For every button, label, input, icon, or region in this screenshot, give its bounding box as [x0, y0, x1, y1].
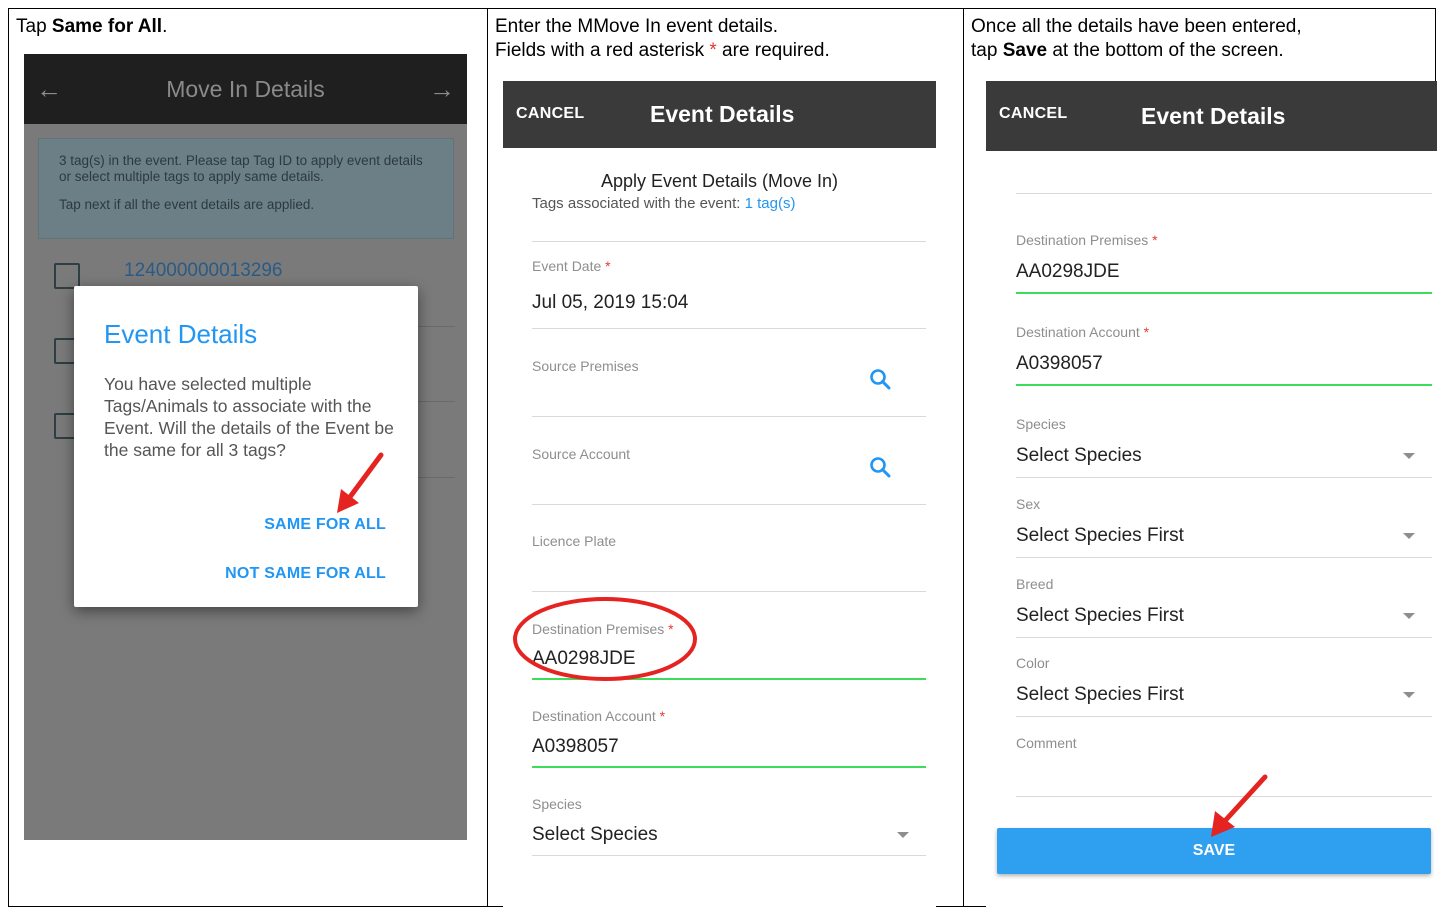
info-text-2: Tap next if all the event details are ap… [59, 197, 315, 212]
top-app-bar: ← Move In Details → [24, 54, 467, 124]
dropdown-arrow-icon[interactable] [1403, 453, 1415, 459]
field-underline [1016, 637, 1432, 638]
field-underline [532, 328, 926, 329]
required-asterisk: * [659, 708, 666, 724]
species-label: Species [532, 796, 582, 812]
screen-title: Event Details [1141, 103, 1286, 129]
instruction-prefix: Fields with a red asterisk [495, 40, 710, 61]
source-account-field[interactable] [532, 504, 926, 505]
info-banner: 3 tag(s) in the event. Please tap Tag ID… [38, 138, 454, 239]
sex-label: Sex [1016, 496, 1041, 512]
required-asterisk: * [1143, 324, 1150, 340]
step-column-2: Enter the MMove In event details. Fields… [487, 9, 963, 907]
field-underline [1016, 716, 1432, 717]
step-column-3: Once all the details have been entered, … [963, 9, 1437, 907]
event-details-screen: CANCEL Event Details Apply Event Details… [503, 81, 936, 907]
instruction-suffix: are required. [716, 40, 830, 61]
sex-dropdown[interactable]: Select Species First [1016, 525, 1184, 547]
event-details-dialog: Event Details You have selected multiple… [74, 286, 418, 607]
source-premises-field[interactable] [532, 416, 926, 417]
red-pointer-arrow [1211, 774, 1268, 837]
label-text: Destination Account [1016, 324, 1140, 340]
instruction-table: Tap Same for All. ← Move In Details → 3 … [8, 8, 1437, 907]
instruction-line-2: Fields with a red asterisk * are require… [495, 39, 830, 63]
instruction-suffix: . [162, 16, 168, 37]
required-asterisk: * [709, 40, 717, 61]
top-app-bar: CANCEL Event Details [503, 81, 936, 148]
required-asterisk: * [1152, 232, 1158, 248]
event-details-screen-bottom: CANCEL Event Details Destination Premise… [986, 81, 1437, 907]
apply-details-heading: Apply Event Details (Move In) [600, 171, 839, 191]
screen-title: Move In Details [166, 76, 325, 102]
species-dropdown[interactable]: Select Species [1016, 445, 1142, 467]
field-underline [532, 855, 926, 856]
instruction-line-2: tap Save at the bottom of the screen. [971, 39, 1302, 63]
field-underline-active [1016, 292, 1432, 294]
destination-account-label: Destination Account * [1016, 324, 1149, 340]
not-same-for-all-button[interactable]: NOT SAME FOR ALL [225, 565, 386, 583]
destination-account-label: Destination Account * [532, 708, 665, 724]
dialog-message: You have selected multiple Tags/Animals … [104, 374, 394, 460]
licence-plate-field[interactable] [532, 591, 926, 592]
source-premises-label: Source Premises [532, 358, 639, 374]
red-circle-annotation [513, 597, 697, 681]
red-pointer-arrow [337, 452, 384, 513]
destination-premises-label: Destination Premises * [1016, 232, 1158, 248]
species-dropdown[interactable]: Select Species [532, 824, 658, 846]
label-text: Event Date [532, 258, 602, 274]
instruction-line-1: Once all the details have been entered, [971, 16, 1302, 37]
divider [532, 241, 926, 242]
step-column-1: Tap Same for All. ← Move In Details → 3 … [9, 9, 487, 906]
destination-premises-field[interactable]: AA0298JDE [1016, 261, 1120, 283]
info-text-1: 3 tag(s) in the event. Please tap Tag ID… [59, 153, 423, 184]
comment-label: Comment [1016, 735, 1077, 751]
dropdown-arrow-icon[interactable] [1403, 533, 1415, 539]
color-dropdown[interactable]: Select Species First [1016, 684, 1184, 706]
destination-account-field[interactable]: A0398057 [532, 736, 619, 758]
tags-associated-line: Tags associated with the event: 1 tag(s) [532, 195, 795, 212]
instruction-text-1: Tap Same for All. [16, 15, 167, 39]
instruction-line-1: Enter the MMove In event details. [495, 16, 779, 37]
label-text: Destination Account [532, 708, 656, 724]
destination-account-field[interactable]: A0398057 [1016, 353, 1103, 375]
divider [1016, 193, 1432, 194]
instruction-suffix: at the bottom of the screen. [1047, 40, 1284, 61]
event-date-label: Event Date * [532, 258, 611, 274]
breed-dropdown[interactable]: Select Species First [1016, 605, 1184, 627]
tags-link[interactable]: 1 tag(s) [745, 195, 796, 212]
instruction-prefix: tap [971, 40, 1003, 61]
field-underline-active [1016, 384, 1432, 386]
cancel-button[interactable]: CANCEL [516, 105, 584, 123]
field-underline-active [532, 766, 926, 768]
dropdown-arrow-icon[interactable] [897, 832, 909, 838]
required-asterisk: * [605, 258, 611, 274]
licence-plate-label: Licence Plate [532, 533, 617, 549]
dialog-title: Event Details [104, 319, 258, 349]
instruction-bold: Save [1002, 40, 1048, 61]
instruction-prefix: Tap [16, 16, 52, 37]
tags-associated-text: Tags associated with the event: [532, 195, 745, 212]
search-icon[interactable] [869, 456, 891, 478]
move-in-details-screen: ← Move In Details → 3 tag(s) in the even… [24, 54, 467, 840]
source-account-label: Source Account [532, 446, 631, 462]
top-app-bar: CANCEL Event Details [986, 81, 1437, 151]
color-label: Color [1016, 655, 1050, 671]
screen-title: Event Details [650, 101, 795, 127]
dropdown-arrow-icon[interactable] [1403, 692, 1415, 698]
dropdown-arrow-icon[interactable] [1403, 613, 1415, 619]
instruction-bold: Same for All [51, 16, 163, 37]
breed-label: Breed [1016, 576, 1054, 592]
cancel-button[interactable]: CANCEL [999, 105, 1067, 123]
instruction-text-3: Once all the details have been entered, … [971, 15, 1302, 63]
label-text: Destination Premises [1016, 232, 1149, 248]
instruction-text-2: Enter the MMove In event details. Fields… [495, 15, 830, 63]
species-label: Species [1016, 416, 1066, 432]
forward-arrow-icon[interactable]: → [429, 74, 455, 105]
tag-id-link[interactable]: 124000000013296 [124, 260, 283, 282]
search-icon[interactable] [869, 368, 891, 390]
field-underline [1016, 477, 1432, 478]
event-date-field[interactable]: Jul 05, 2019 15:04 [532, 292, 688, 314]
field-underline [1016, 557, 1432, 558]
